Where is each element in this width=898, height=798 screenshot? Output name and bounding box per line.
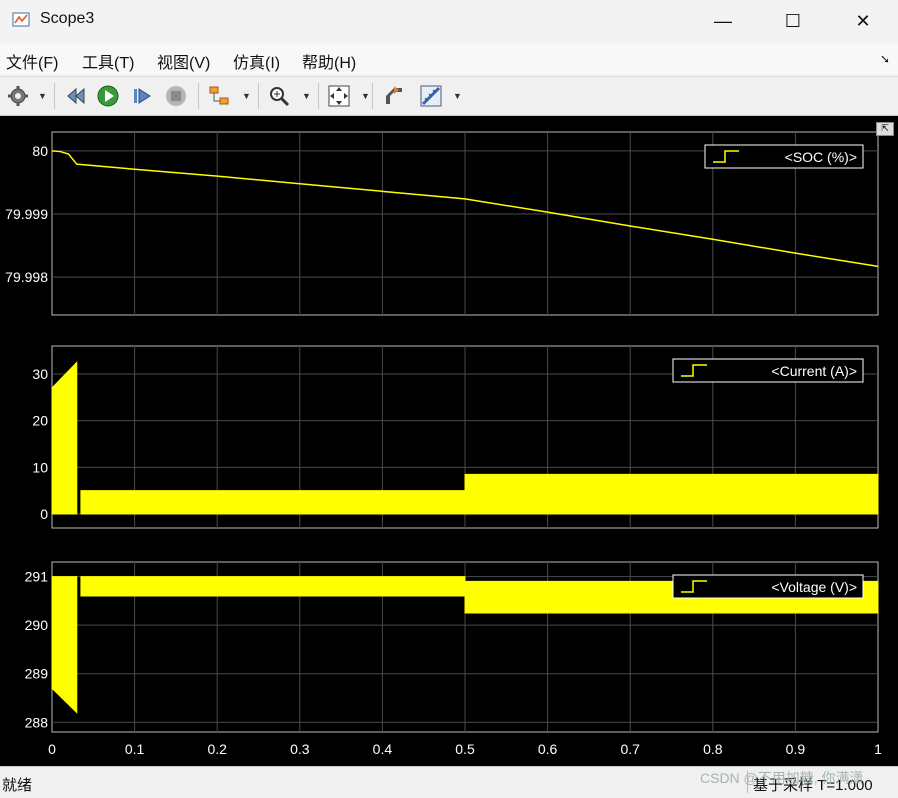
autoscale-icon[interactable] [381,83,407,109]
x-tick-label: 0.7 [620,741,640,757]
chevron-down-icon[interactable]: ▼ [361,91,370,101]
toolbar-separator [258,83,259,109]
matlab-app-icon [12,12,30,27]
x-tick-label: 0 [48,741,56,757]
ripple-band [464,473,879,515]
fit-to-view-icon[interactable] [326,83,352,109]
legend-label: <Current (A)> [771,363,857,379]
y-tick-label: 289 [25,666,49,682]
y-tick-label: 10 [32,459,48,475]
menu-file[interactable]: 文件(F) [6,49,58,73]
menu-bar: 文件(F) 工具(T) 视图(V) 仿真(I) 帮助(H) ➘ [0,44,898,74]
chevron-down-icon[interactable]: ▼ [302,91,311,101]
menu-help[interactable]: 帮助(H) [302,49,356,73]
menu-simulation[interactable]: 仿真(I) [233,49,280,73]
chevron-down-icon[interactable]: ▼ [453,91,462,101]
title-bar: Scope3 — ☐ ✕ [0,0,898,42]
ripple-band [80,576,466,597]
chevron-down-icon[interactable]: ▼ [242,91,251,101]
zoom-icon[interactable] [266,83,292,109]
x-tick-label: 0.6 [538,741,558,757]
run-icon[interactable] [95,83,121,109]
legend-label: <Voltage (V)> [771,579,857,595]
toolbar-separator [372,83,373,109]
menu-view[interactable]: 视图(V) [157,49,210,73]
chevron-down-icon[interactable]: ▼ [38,91,47,101]
watermark: CSDN @不用加糖, 你满潇 [700,770,864,786]
highlight-block-icon[interactable] [206,83,232,109]
toolbar-separator [198,83,199,109]
y-tick-label: 291 [25,569,49,585]
y-tick-label: 0 [40,506,48,522]
ripple-band [51,361,78,515]
ripple-band [80,490,466,515]
ripple-band [51,576,78,714]
gear-icon[interactable] [5,83,31,109]
y-tick-label: 79.998 [5,269,48,285]
undock-icon[interactable]: ⇱ [876,122,894,136]
x-tick-label: 0.2 [207,741,227,757]
stop-icon[interactable] [163,83,189,109]
x-tick-label: 0.9 [786,741,806,757]
legend-label: <SOC (%)> [785,149,857,165]
close-button[interactable]: ✕ [828,0,898,42]
toolbar-separator [318,83,319,109]
rewind-icon[interactable] [63,83,89,109]
y-tick-label: 79.999 [5,206,48,222]
menu-tools[interactable]: 工具(T) [82,49,134,73]
step-forward-icon[interactable] [129,83,155,109]
x-tick-label: 0.1 [125,741,145,757]
scope-plots[interactable]: 8079.99979.998<SOC (%)>0102030 <Current (… [0,116,898,766]
x-tick-label: 0.5 [455,741,475,757]
y-tick-label: 80 [32,143,48,159]
toolbar-separator [54,83,55,109]
x-tick-label: 1 [874,741,882,757]
x-tick-label: 0.3 [290,741,310,757]
x-tick-label: 0.4 [373,741,393,757]
status-text: 就绪 [2,777,33,794]
measurement-icon[interactable] [418,83,444,109]
y-tick-label: 30 [32,366,48,382]
x-tick-label: 0.8 [703,741,723,757]
maximize-button[interactable]: ☐ [758,0,828,42]
minimize-button[interactable]: — [688,0,758,42]
y-tick-label: 290 [25,617,49,633]
toolbar: ▼ ▼ ▼ ▼ ▼ [0,76,898,116]
y-tick-label: 20 [32,413,48,429]
window-title: Scope3 [40,10,95,27]
dock-arrow-icon[interactable]: ➘ [880,52,890,66]
y-tick-label: 288 [25,714,49,730]
